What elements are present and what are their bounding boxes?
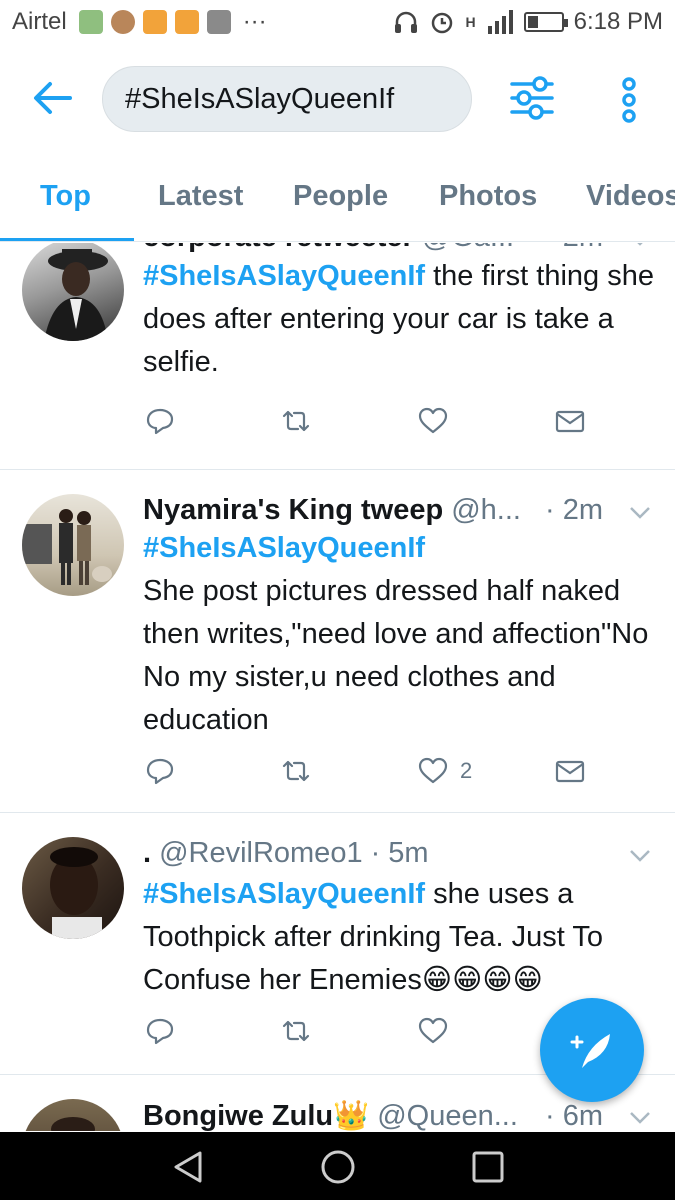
wifi-notification-icon — [174, 10, 199, 34]
tab-photos[interactable]: Photos — [439, 160, 537, 241]
tweet-card[interactable]: corporate retweeter @Ga... · 2m #SheIsAS… — [0, 243, 675, 470]
nav-recents-icon[interactable] — [470, 1149, 506, 1185]
tweet-actions — [143, 406, 613, 446]
alarm-icon — [432, 12, 453, 34]
retweet-button[interactable] — [281, 406, 311, 436]
system-navigation-bar — [0, 1132, 675, 1200]
signal-icon — [487, 10, 513, 34]
network-type: H — [465, 14, 476, 30]
tweet-text-content: She post pictures dressed half naked the… — [143, 575, 649, 736]
app-notification-icon — [110, 10, 135, 34]
search-header: #SheIsASlayQueenIf — [0, 44, 675, 154]
user-name[interactable]: corporate retweeter — [143, 243, 414, 254]
compose-tweet-button[interactable] — [540, 998, 644, 1102]
tweet-feed[interactable]: corporate retweeter @Ga... · 2m #SheIsAS… — [0, 243, 675, 1131]
headphones-icon — [395, 11, 418, 33]
retweet-button[interactable] — [281, 756, 311, 786]
tweet-text: #SheIsASlayQueenIf the first thing she d… — [143, 255, 655, 384]
avatar[interactable] — [22, 1099, 124, 1131]
heart-icon — [418, 1017, 448, 1044]
heart-icon — [418, 407, 448, 434]
user-handle: @Queen... — [377, 1100, 518, 1131]
hashtag-link[interactable]: #SheIsASlayQueenIf — [143, 878, 425, 910]
compose-feather-icon — [570, 1034, 610, 1068]
download-notification-icon — [142, 10, 167, 34]
notification-icons: ··· — [78, 8, 267, 36]
tweet-card[interactable]: Nyamira's King tweep @h... · 2m #SheIsAS… — [0, 470, 675, 813]
chevron-down-icon[interactable] — [629, 506, 651, 520]
reply-button[interactable] — [145, 1016, 175, 1046]
tab-videos[interactable]: Videos — [586, 160, 675, 241]
direct-message-button[interactable] — [555, 406, 585, 436]
battery-icon — [523, 12, 568, 32]
chevron-down-icon[interactable] — [629, 243, 651, 247]
user-name[interactable]: Bongiwe Zulu👑 — [143, 1099, 369, 1131]
envelope-icon — [555, 760, 585, 783]
like-count: 2 — [460, 758, 473, 783]
direct-message-button[interactable] — [555, 756, 585, 786]
user-handle: @Ga... — [422, 243, 514, 254]
active-tab-indicator — [0, 238, 134, 241]
retweet-icon — [282, 760, 310, 782]
like-button[interactable] — [418, 406, 460, 436]
gallery-notification-icon — [206, 10, 231, 34]
tweet-header: Bongiwe Zulu👑 @Queen... · 6m — [143, 1099, 645, 1131]
reply-button[interactable] — [145, 756, 175, 786]
carrier-name: Airtel — [12, 8, 67, 35]
hashtag-link[interactable]: #SheIsASlayQueenIf — [143, 527, 655, 570]
hashtag-link[interactable]: #SheIsASlayQueenIf — [143, 260, 425, 292]
clock: 6:18 PM — [573, 8, 663, 35]
reply-icon — [146, 1018, 174, 1045]
reply-button[interactable] — [145, 406, 175, 436]
retweet-button[interactable] — [281, 1016, 311, 1046]
more-vertical-icon[interactable] — [612, 74, 646, 126]
chevron-down-icon[interactable] — [629, 1111, 651, 1125]
photo-notification-icon — [78, 10, 103, 34]
nav-home-icon[interactable] — [320, 1149, 356, 1185]
avatar[interactable] — [22, 243, 124, 341]
avatar[interactable] — [22, 494, 124, 596]
search-query: #SheIsASlayQueenIf — [125, 82, 395, 115]
back-arrow-icon[interactable] — [30, 78, 74, 118]
like-button[interactable]: 2 — [418, 756, 472, 786]
more-notifications-label: ··· — [242, 8, 267, 35]
tab-people[interactable]: People — [293, 160, 388, 241]
retweet-icon — [282, 1020, 310, 1042]
nav-back-icon[interactable] — [170, 1149, 206, 1185]
search-tabs: Top Latest People Photos Videos — [0, 160, 675, 242]
user-handle: @RevilRomeo1 — [159, 837, 363, 869]
tweet-text: #SheIsASlayQueenIf She post pictures dres… — [143, 527, 655, 742]
reply-icon — [146, 758, 174, 785]
user-handle: @h... — [451, 494, 521, 526]
heart-icon — [418, 757, 448, 784]
tweet-text: #SheIsASlayQueenIf she uses a Toothpick … — [143, 873, 655, 1002]
filter-sliders-icon[interactable] — [508, 72, 556, 124]
like-button[interactable] — [418, 1016, 460, 1046]
tab-top[interactable]: Top — [40, 160, 91, 241]
tweet-actions: 2 — [143, 756, 613, 796]
reply-icon — [146, 408, 174, 435]
user-name[interactable]: . — [143, 837, 151, 870]
tweet-header: Nyamira's King tweep @h... · 2m — [143, 494, 645, 527]
status-bar: Airtel ··· H 6:18 PM — [0, 0, 675, 44]
user-name[interactable]: Nyamira's King tweep — [143, 494, 443, 527]
tweet-time: · 5m — [370, 837, 429, 869]
tweet-header: corporate retweeter @Ga... · 2m — [143, 243, 645, 254]
tab-latest[interactable]: Latest — [158, 160, 243, 241]
avatar[interactable] — [22, 837, 124, 939]
chevron-down-icon[interactable] — [629, 849, 651, 863]
tweet-header: . @RevilRomeo1 · 5m — [143, 837, 645, 870]
search-input[interactable]: #SheIsASlayQueenIf — [102, 66, 472, 132]
retweet-icon — [282, 410, 310, 432]
envelope-icon — [555, 410, 585, 433]
